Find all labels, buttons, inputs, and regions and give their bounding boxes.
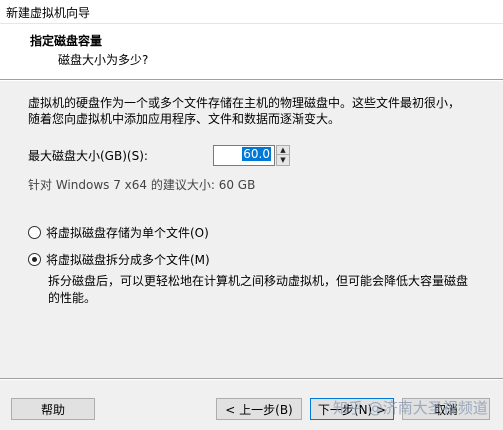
title-bar: 新建虚拟机向导	[0, 0, 503, 24]
max-disk-size-value: 60.0	[242, 147, 271, 161]
arrow-up-icon: ▲	[280, 145, 286, 154]
max-disk-size-input[interactable]: 60.0	[213, 145, 275, 166]
split-description: 拆分磁盘后，可以更轻松地在计算机之间移动虚拟机，但可能会降低大容量磁盘的性能。	[48, 274, 469, 305]
arrow-down-icon: ▼	[280, 156, 286, 164]
radio-single-file-label: 将虚拟磁盘存储为单个文件(O)	[46, 226, 209, 240]
page-title: 指定磁盘容量	[30, 34, 103, 48]
back-button[interactable]: < 上一步(B)	[216, 398, 302, 420]
watermark: 知乎 @济南大圣视频道	[333, 399, 488, 417]
spinner-buttons: ▲ ▼	[276, 145, 290, 166]
radio-multiple-files-label: 将虚拟磁盘拆分成多个文件(M)	[46, 253, 210, 267]
radio-single-file[interactable]: 将虚拟磁盘存储为单个文件(O)	[28, 224, 209, 241]
window-title: 新建虚拟机向导	[6, 6, 91, 20]
radio-multiple-files[interactable]: 将虚拟磁盘拆分成多个文件(M)	[28, 251, 210, 268]
spin-down-button[interactable]: ▼	[277, 156, 289, 165]
max-disk-size-label: 最大磁盘大小(GB)(S):	[28, 149, 148, 163]
disk-description: 虚拟机的硬盘作为一个或多个文件存储在主机的物理磁盘中。这些文件最初很小，随着您向…	[28, 96, 461, 126]
radio-button[interactable]	[28, 226, 41, 239]
wizard-content: 虚拟机的硬盘作为一个或多个文件存储在主机的物理磁盘中。这些文件最初很小，随着您向…	[0, 81, 503, 378]
wizard-header: 指定磁盘容量 磁盘大小为多少?	[0, 24, 503, 79]
help-button[interactable]: 帮助	[11, 398, 95, 420]
spin-up-button[interactable]: ▲	[277, 146, 289, 155]
radio-button-checked[interactable]	[28, 253, 41, 266]
page-subtitle: 磁盘大小为多少?	[58, 53, 149, 67]
recommended-size-text: 针对 Windows 7 x64 的建议大小: 60 GB	[28, 178, 256, 192]
max-disk-size-spinner: 60.0 ▲ ▼	[213, 145, 291, 166]
